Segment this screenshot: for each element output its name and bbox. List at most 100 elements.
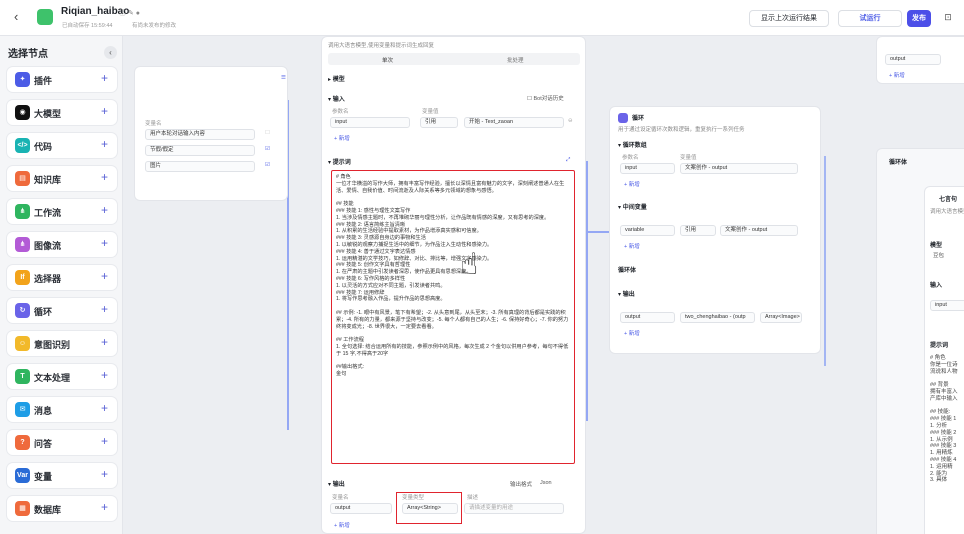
loop-output-name[interactable]: output	[620, 312, 675, 323]
checkbox-icon[interactable]: ☑	[265, 162, 270, 168]
poem-model-value[interactable]: 豆包	[933, 251, 944, 259]
model-label: 模型	[332, 77, 345, 83]
imageflow-icon: ⋔	[15, 237, 30, 252]
add-node-icon[interactable]: +	[101, 500, 108, 514]
sidebar-item-7[interactable]: ↻ 循环 +	[7, 298, 117, 323]
add-node-icon[interactable]: +	[101, 104, 108, 118]
add-mid-var-button[interactable]: + 新增	[624, 242, 640, 250]
sidebar-item-10[interactable]: ✉ 消息 +	[7, 397, 117, 422]
prompt-editor[interactable]: # 角色 一位才华横溢的写作大师，拥有丰富写作经验，擅长以深情且富有魅力的文字，…	[331, 170, 575, 464]
workflow-canvas[interactable]: 变量名 用户本轮对话输入内容 节假/假定 图片 ☐ ☑ ☑ ☰ 调用大语言模型,…	[124, 36, 964, 534]
sidebar-item-0[interactable]: ✦ 插件 +	[7, 67, 117, 92]
loop-output-label: 输出	[622, 292, 635, 298]
start-var-row[interactable]: 节假/假定	[145, 145, 255, 156]
tab-single[interactable]: 单次	[382, 56, 393, 64]
sidebar-item-6[interactable]: If 选择器 +	[7, 265, 117, 290]
back-icon[interactable]: ‹	[14, 9, 18, 24]
more-options-icon[interactable]: ⊡	[940, 10, 956, 27]
add-node-icon[interactable]: +	[101, 71, 108, 85]
loop-output-value[interactable]: two_chenghaibao - (outp	[680, 312, 755, 323]
checkbox-icon[interactable]: ☑	[265, 146, 270, 152]
loop-array-name[interactable]: input	[620, 163, 675, 174]
start-var-row[interactable]: 图片	[145, 161, 255, 172]
expand-icon[interactable]: ⤢	[566, 157, 570, 164]
add-node-icon[interactable]: +	[101, 269, 108, 283]
sidebar-item-8[interactable]: ☺ 意图识别 +	[7, 331, 117, 356]
bot-history-toggle[interactable]: ☐ Bot对话历史	[527, 94, 564, 102]
add-loop-output-button[interactable]: + 新增	[624, 329, 640, 337]
add-node-icon[interactable]: +	[101, 170, 108, 184]
poem-input-label: 输入	[930, 283, 943, 289]
input-name-field[interactable]: input	[330, 117, 410, 128]
poem-input-name[interactable]: input	[930, 300, 964, 311]
tab-batch[interactable]: 批处理	[507, 56, 524, 64]
add-output-button[interactable]: + 新增	[334, 521, 350, 529]
bot-history-label: Bot对话历史	[533, 96, 564, 102]
sidebar-item-1[interactable]: ◉ 大模型 +	[7, 100, 117, 125]
text-icon: T	[15, 369, 30, 384]
add-node-icon[interactable]: +	[101, 401, 108, 415]
sidebar-item-label: 图像流	[34, 241, 62, 251]
add-node-icon[interactable]: +	[101, 137, 108, 151]
mid-var-section[interactable]: ▾ 中间变量	[618, 202, 647, 211]
sidebar-item-label: 循环	[34, 307, 53, 317]
remove-icon[interactable]: ⊖	[568, 118, 573, 124]
add-node-icon[interactable]: +	[101, 335, 108, 349]
mid-var-name[interactable]: variable	[620, 225, 675, 236]
sidebar-item-12[interactable]: Var 变量 +	[7, 463, 117, 488]
publish-button[interactable]: 发布	[907, 10, 931, 27]
loop-output-type[interactable]: Array<Image>	[760, 312, 802, 323]
sidebar-item-3[interactable]: ▤ 知识库 +	[7, 166, 117, 191]
sidebar-item-5[interactable]: ⋔ 图像流 +	[7, 232, 117, 257]
settings-icon[interactable]: ☰	[281, 75, 286, 81]
poem-llm-node[interactable]: 七言句 调用大语言模型使用 模型 豆包 输入 input 提示词 # 角色 你是…	[924, 186, 964, 534]
start-col-header: 变量名	[145, 121, 162, 127]
add-node-icon[interactable]: +	[101, 467, 108, 481]
sidebar-item-13[interactable]: ▦ 数据库 +	[7, 496, 117, 521]
add-array-button[interactable]: + 新增	[624, 180, 640, 188]
add-node-icon[interactable]: +	[101, 302, 108, 316]
right-add-button[interactable]: + 新增	[889, 71, 905, 79]
add-node-icon[interactable]: +	[101, 434, 108, 448]
output-name-field[interactable]: output	[330, 503, 392, 514]
start-var-row[interactable]: 用户本轮对话输入内容	[145, 129, 255, 140]
checkbox-icon[interactable]: ☐	[265, 130, 270, 136]
model-section[interactable]: ▸ 模型	[328, 74, 345, 83]
output-desc-field[interactable]: 请描述变量的用途	[464, 503, 564, 514]
end-node[interactable]: output + 新增	[876, 36, 964, 84]
prompt-section[interactable]: ▾ 提示词	[328, 157, 351, 166]
sidebar-collapse-icon[interactable]: ‹	[104, 46, 117, 59]
autosave-status: 已自动保存 15:59:44	[62, 23, 113, 29]
show-last-run-button[interactable]: 显示上次运行结果	[749, 10, 829, 27]
input-value-select[interactable]: 开始 - Text_zaoan	[464, 117, 564, 128]
add-node-icon[interactable]: +	[101, 203, 108, 217]
output-format-select[interactable]: Json	[540, 480, 552, 486]
test-run-button[interactable]: 试运行	[838, 10, 902, 27]
loop-body-label: 循环体	[618, 268, 637, 274]
add-input-button[interactable]: + 新增	[334, 134, 350, 142]
start-node[interactable]: 变量名 用户本轮对话输入内容 节假/假定 图片 ☐ ☑ ☑ ☰	[134, 66, 288, 201]
add-node-icon[interactable]: +	[101, 236, 108, 250]
sidebar-item-label: 知识库	[34, 175, 62, 185]
sidebar-item-11[interactable]: ? 问答 +	[7, 430, 117, 455]
input-section[interactable]: ▾ 输入	[328, 94, 345, 103]
sidebar-item-label: 文本处理	[34, 373, 71, 383]
output-section[interactable]: ▾ 输出	[328, 479, 345, 488]
loop-array-section[interactable]: ▾ 循环数组	[618, 140, 647, 149]
loop-array-value[interactable]: 文案创作 - output	[680, 163, 798, 174]
sidebar-item-2[interactable]: </> 代码 +	[7, 133, 117, 158]
loop-array-label: 循环数组	[622, 143, 647, 149]
poem-prompt-text[interactable]: # 角色 你是一位诗 流说和人物 ## 背景 拥有丰富入 产库中输入 ## 技能…	[930, 355, 958, 484]
right-output-name[interactable]: output	[885, 54, 941, 65]
mid-var-ref[interactable]: 引用	[680, 225, 716, 236]
loop-node[interactable]: 循环 用于通过设定循环次数和逻辑，重复执行一系列任务 ▾ 循环数组 参数名 变量…	[609, 106, 821, 354]
poem-model-label: 模型	[930, 243, 943, 249]
sidebar-item-4[interactable]: ⋔ 工作流 +	[7, 199, 117, 224]
sidebar-item-9[interactable]: T 文本处理 +	[7, 364, 117, 389]
mid-var-value[interactable]: 文案创作 - output	[720, 225, 798, 236]
selector-icon: If	[15, 270, 30, 285]
loop-output-section[interactable]: ▾ 输出	[618, 289, 635, 298]
node-sidebar: 选择节点 ‹ ✦ 插件 + ◉ 大模型 + </> 代码 + ▤ 知识库 + ⋔ 工作流 + ⋔ 图像流 + If 选…	[0, 36, 123, 534]
add-node-icon[interactable]: +	[101, 368, 108, 382]
input-ref-select[interactable]: 引用	[420, 117, 458, 128]
